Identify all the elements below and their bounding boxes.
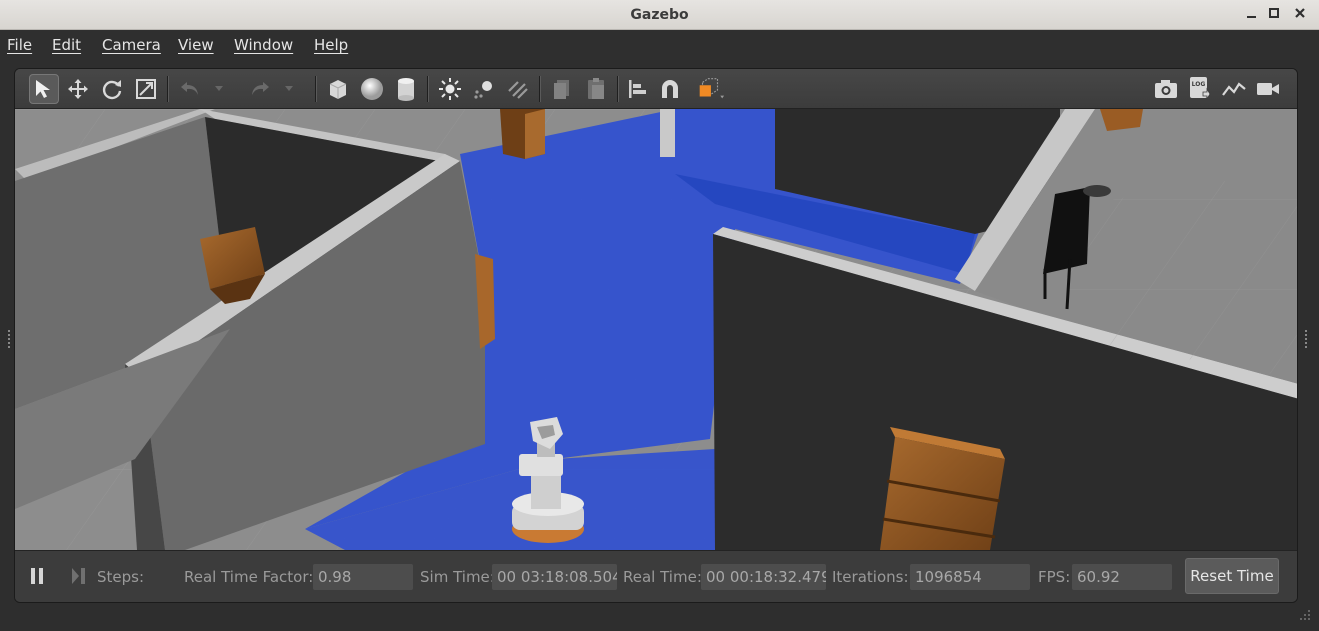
sun-icon (439, 78, 461, 100)
scene-viewport[interactable] (15, 109, 1297, 550)
spotlight-icon (474, 81, 492, 99)
maximize-button[interactable] (1262, 3, 1286, 27)
menu-edit[interactable]: Edit (52, 36, 81, 54)
insert-directional-light-button[interactable] (503, 74, 533, 104)
menu-view[interactable]: View (178, 36, 214, 54)
chevron-down-icon (215, 86, 223, 91)
log-button[interactable]: LOG (1185, 74, 1215, 104)
video-camera-icon (1257, 83, 1279, 95)
left-panel-handle[interactable] (8, 330, 10, 348)
move-arrows-icon (68, 79, 88, 99)
rtf-value: 0.98 (313, 564, 413, 590)
magnet-icon (662, 80, 678, 98)
copy-button[interactable] (547, 74, 577, 104)
real-time-value: 00 00:18:32.479 (701, 564, 826, 590)
menu-bar: File Edit Camera View Window Help (0, 30, 1319, 60)
step-button[interactable] (69, 566, 89, 590)
iterations-label: Iterations: (832, 568, 909, 586)
chevron-down-icon (285, 86, 293, 91)
undo-dropdown[interactable] (211, 74, 227, 104)
toolbar-separator (427, 76, 429, 102)
fps-value: 60.92 (1072, 564, 1172, 590)
align-button[interactable] (623, 74, 653, 104)
cylinder-icon (398, 78, 414, 101)
snap-button[interactable] (655, 74, 685, 104)
toolbar-separator (315, 76, 317, 102)
view-cube-icon (699, 78, 725, 99)
status-bar: Steps: Real Time Factor: 0.98 Sim Time: … (15, 550, 1297, 602)
log-icon: LOG (1190, 77, 1211, 101)
wall (660, 109, 675, 157)
screenshot-button[interactable] (1151, 74, 1181, 104)
align-icon (629, 80, 646, 98)
view-angle-button[interactable] (695, 74, 725, 104)
minimize-button[interactable] (1240, 3, 1264, 27)
sim-time-label: Sim Time: (420, 568, 495, 586)
step-forward-icon (72, 568, 85, 584)
camera-icon (1155, 80, 1177, 98)
scene-render (15, 109, 1297, 550)
insert-sphere-button[interactable] (357, 74, 387, 104)
toolbar-separator (617, 76, 619, 102)
translate-mode-button[interactable] (63, 74, 93, 104)
real-time-label: Real Time: (623, 568, 702, 586)
rotate-mode-button[interactable] (97, 74, 127, 104)
close-icon (1295, 8, 1305, 18)
render-panel: LOG Steps: Real Time Factor: 0.98 Sim Ti… (14, 68, 1298, 603)
insert-point-light-button[interactable] (435, 74, 465, 104)
steps-label: Steps: (97, 568, 145, 586)
insert-spot-light-button[interactable] (469, 74, 499, 104)
select-mode-button[interactable] (29, 74, 59, 104)
scale-icon (136, 79, 156, 99)
redo-dropdown[interactable] (281, 74, 297, 104)
svg-text:LOG: LOG (1192, 81, 1206, 88)
window-title: Gazebo (630, 7, 689, 23)
arrow-pointer-icon (36, 80, 50, 98)
iterations-value: 1096854 (910, 564, 1030, 590)
close-button[interactable] (1288, 3, 1312, 27)
minimize-icon (1247, 16, 1256, 18)
window-titlebar: Gazebo (0, 0, 1319, 30)
sim-time-value: 00 03:18:08.504 (492, 564, 617, 590)
redo-button[interactable] (245, 74, 275, 104)
reset-time-button[interactable]: Reset Time (1185, 558, 1279, 594)
insert-cylinder-button[interactable] (391, 74, 421, 104)
plot-button[interactable] (1219, 74, 1249, 104)
record-video-button[interactable] (1253, 74, 1283, 104)
resize-grip-icon[interactable] (1299, 606, 1311, 625)
toolbar-separator (167, 76, 169, 102)
menu-help[interactable]: Help (314, 36, 348, 54)
toolbar-separator (539, 76, 541, 102)
copy-icon (554, 80, 569, 99)
directional-light-icon (508, 81, 528, 99)
menu-window[interactable]: Window (234, 36, 293, 54)
redo-icon (252, 82, 269, 95)
rtf-label: Real Time Factor: (184, 568, 314, 586)
toolbar: LOG (15, 69, 1297, 109)
menu-camera[interactable]: Camera (102, 36, 161, 54)
scale-mode-button[interactable] (131, 74, 161, 104)
insert-box-button[interactable] (323, 74, 353, 104)
line-chart-icon (1222, 82, 1246, 96)
pause-icon (31, 568, 43, 584)
paste-icon (588, 78, 604, 99)
fps-label: FPS: (1038, 568, 1071, 586)
undo-button[interactable] (175, 74, 205, 104)
sphere-icon (361, 78, 383, 100)
undo-icon (181, 82, 198, 95)
rotate-icon (102, 80, 122, 100)
right-panel-handle[interactable] (1305, 330, 1307, 348)
box-icon (329, 80, 347, 99)
bookshelf (500, 109, 545, 159)
menu-file[interactable]: File (7, 36, 32, 54)
paste-button[interactable] (581, 74, 611, 104)
pause-button[interactable] (29, 566, 47, 590)
maximize-icon (1269, 8, 1279, 18)
